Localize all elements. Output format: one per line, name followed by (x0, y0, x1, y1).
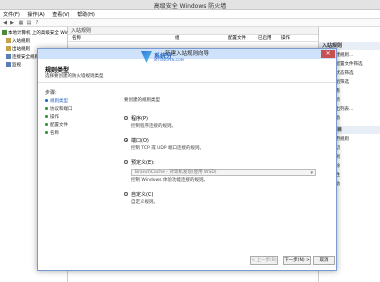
connection-security-icon (6, 54, 11, 59)
tree-item-outbound[interactable]: 出站规则 (6, 46, 30, 53)
column-action[interactable]: 操作 (281, 35, 290, 42)
dialog-header: 规则类型 选择要创建的防火墙规则类型 (38, 59, 336, 83)
step-profile[interactable]: 配置文件 (45, 122, 115, 130)
rule-type-question: 要创建的规则类型 (124, 98, 160, 103)
forward-icon[interactable]: ▶ (9, 20, 15, 26)
step-bullet-icon (45, 123, 48, 126)
radio-custom[interactable] (124, 192, 128, 196)
step-bullet-icon (45, 131, 48, 134)
next-button[interactable]: 下一步(N) > (283, 256, 311, 265)
firewall-icon (2, 30, 7, 35)
column-group[interactable]: 组 (175, 35, 180, 42)
wizard-content: 要创建的规则类型 程序(P) 控制程序连接的规则。 端口(O) 控制 TCP 或… (124, 97, 324, 213)
inbound-rules-icon (6, 38, 11, 43)
tree-root[interactable]: 本地计算机 上的高级安全 Win (2, 30, 69, 37)
menu-file[interactable]: 文件(F) (0, 10, 23, 19)
step-action[interactable]: 操作 (45, 114, 115, 122)
option-custom-desc: 自定义规则。 (131, 200, 158, 205)
wizard-steps: 步骤: 规则类型 协议和端口 操作 配置文件 名称 (45, 89, 115, 138)
step-bullet-icon (45, 107, 48, 110)
radio-program[interactable] (124, 116, 128, 120)
radio-predefined[interactable] (124, 160, 128, 164)
title-bar: 高级安全 Windows 防火墙 (0, 0, 380, 10)
menu-view[interactable]: 查看(V) (49, 10, 72, 19)
monitor-icon (6, 62, 11, 67)
option-port-desc: 控制 TCP 或 UDP 端口连接的规则。 (131, 146, 205, 151)
chevron-down-icon: ▾ (310, 170, 313, 176)
steps-label: 步骤: (45, 90, 57, 96)
menu-help[interactable]: 帮助(H) (74, 10, 98, 19)
back-icon[interactable]: ◀ (2, 20, 8, 26)
step-name[interactable]: 名称 (45, 130, 115, 138)
watermark-logo: 系统分 XITONGFEN.COM (141, 51, 184, 65)
option-predefined-label: 预定义(E): (131, 160, 155, 166)
option-custom[interactable]: 自定义(C) 自定义规则。 (124, 191, 324, 205)
cancel-button[interactable]: 取消 (313, 256, 335, 265)
option-predefined[interactable]: 预定义(E): BranchCache - 对等机发现(使用 WSD) ▾ 控制… (124, 159, 324, 183)
option-predefined-desc: 控制 Windows 体验功能连接的规则。 (131, 178, 208, 183)
column-headers: 名称 组 配置文件 已启用 操作 (68, 35, 318, 42)
dialog-subheading: 选择要创建的防火墙规则类型 (45, 74, 104, 79)
tree-item-connection-security[interactable]: 连接安全规则 (6, 54, 39, 61)
option-custom-label: 自定义(C) (131, 192, 154, 198)
step-rule-type[interactable]: 规则类型 (45, 98, 115, 106)
option-program[interactable]: 程序(P) 控制程序连接的规则。 (124, 115, 324, 129)
option-program-desc: 控制程序连接的规则。 (131, 124, 176, 129)
predefined-select[interactable]: BranchCache - 对等机发现(使用 WSD) ▾ (131, 169, 316, 176)
option-program-label: 程序(P) (131, 116, 148, 122)
watermark-shield-icon (141, 51, 152, 63)
column-name[interactable]: 名称 (72, 35, 81, 42)
option-port-label: 端口(O) (131, 138, 149, 144)
watermark-url: XITONGFEN.COM (154, 58, 184, 62)
up-folder-icon[interactable]: ▦ (18, 20, 24, 26)
properties-icon[interactable]: ▤ (26, 20, 32, 26)
column-profile[interactable]: 配置文件 (228, 35, 246, 42)
tree-item-inbound[interactable]: 入站规则 (6, 38, 30, 45)
option-port[interactable]: 端口(O) 控制 TCP 或 UDP 端口连接的规则。 (124, 137, 324, 151)
predefined-select-value: BranchCache - 对等机发现(使用 WSD) (135, 170, 217, 175)
dialog-title: 新建入站规则向导 (38, 49, 336, 59)
help-icon[interactable]: ? (34, 20, 40, 26)
window-title: 高级安全 Windows 防火墙 (153, 3, 227, 10)
menu-bar: 文件(F) 操作(A) 查看(V) 帮助(H) (0, 10, 380, 19)
step-bullet-icon (45, 99, 48, 102)
close-icon[interactable]: ✕ (321, 50, 335, 58)
back-button[interactable]: < 上一步(B) (250, 256, 278, 265)
step-protocol-port[interactable]: 协议和端口 (45, 106, 115, 114)
outbound-rules-icon (6, 46, 11, 51)
radio-port[interactable] (124, 138, 128, 142)
toolbar: ◀ ▶ ▦ ▤ ? (0, 19, 380, 27)
list-header: 入站规则 (68, 27, 318, 35)
new-inbound-rule-wizard: 新建入站规则向导 ✕ 规则类型 选择要创建的防火墙规则类型 步骤: 规则类型 协… (37, 48, 337, 271)
menu-action[interactable]: 操作(A) (24, 10, 47, 19)
tree-item-monitor[interactable]: 监视 (6, 62, 21, 69)
step-bullet-icon (45, 115, 48, 118)
column-enabled[interactable]: 已启用 (258, 35, 272, 42)
